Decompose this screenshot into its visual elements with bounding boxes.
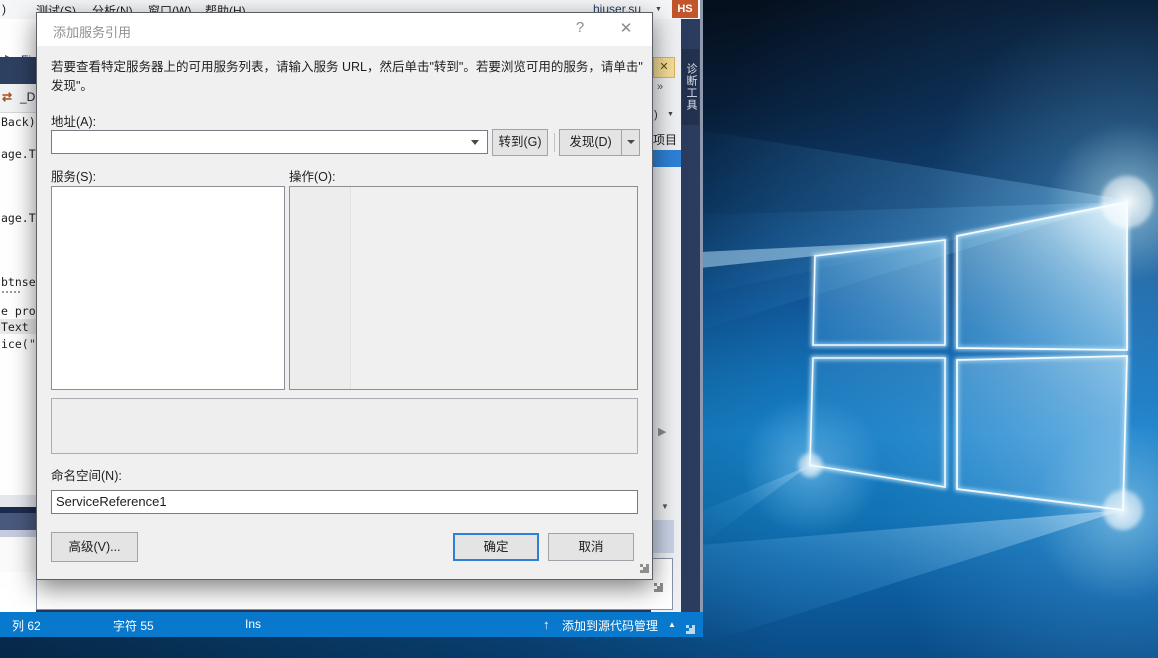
source-control-up-icon[interactable]: ↑ [543,617,550,632]
cancel-button[interactable]: 取消 [548,533,634,561]
statusbar-resize-grip[interactable] [686,625,689,628]
collapsed-panel-fragment [0,513,36,530]
combo-dropdown-icon[interactable] [471,140,479,145]
code-line: age.T [1,147,36,161]
dialog-resize-grip[interactable] [640,564,643,567]
expander-icon[interactable]: ▶ [658,425,666,438]
code-editor-sliver: ▶ Fir ⇄ _D Back) age.T age.T btnse e pro… [0,19,36,612]
menu-fragment: ) [2,2,6,16]
namespace-input[interactable]: ServiceReference1 [51,490,638,514]
panel-edge-light [0,530,36,537]
dialog-title: 添加服务引用 [53,22,131,41]
address-combobox[interactable] [51,130,488,154]
tool-window-sliver: ✕ » ) ▼ 项目 ▶ 器 ✕ ▼ ▲ ▼ [651,19,681,612]
tab-diagnostic-tools[interactable]: 诊断工具 [682,49,699,125]
selected-item-bar[interactable] [651,150,681,167]
code-line: Back) [1,115,36,129]
services-listbox[interactable] [51,186,285,390]
close-icon[interactable]: ✕ [613,19,639,37]
code-line: ice( [1,337,29,351]
close-icon[interactable]: ✕ [653,57,675,78]
project-label-fragment[interactable]: 项目 [653,131,677,148]
services-label: 服务(S): [51,166,96,185]
ok-button[interactable]: 确定 [453,533,539,561]
account-dropdown-icon[interactable]: ▼ [655,6,662,13]
instruction-line1: 若要查看特定服务器上的可用服务列表，请输入服务 URL，然后单击"转到"。若要浏… [51,60,643,74]
horizontal-scrollbar[interactable] [0,495,36,507]
paren-fragment: ) [654,109,658,121]
source-control-button[interactable]: 添加到源代码管理 [562,617,658,634]
tool-window-fragment [0,537,36,572]
dialog-titlebar[interactable]: 添加服务引用 ? ✕ [37,13,652,46]
status-bar: 列 62 字符 55 Ins ↑ 添加到源代码管理 ▲ [0,612,703,637]
status-insert-mode[interactable]: Ins [245,617,261,631]
dropdown-icon[interactable]: ▼ [667,111,674,118]
scrollbar-thumb[interactable] [653,520,674,553]
dialog-instruction: 若要查看特定服务器上的可用服务列表，请输入服务 URL，然后单击"转到"。若要浏… [51,58,643,96]
separator [554,133,555,152]
discover-dropdown[interactable] [621,130,640,155]
discover-split-button[interactable]: 发现(D) [559,129,640,156]
operations-indent-column [290,187,351,389]
right-dock-strip: 诊断工具 [681,19,700,612]
operations-treeview[interactable] [289,186,638,390]
code-line: btnse [1,275,36,289]
nav-dropdown-fragment[interactable]: _D [20,90,35,104]
overflow-chevron-icon[interactable]: » [657,81,663,93]
help-icon[interactable]: ? [567,19,593,36]
advanced-button[interactable]: 高级(V)... [51,532,138,562]
lightbulb-dots [2,291,20,293]
string-quote: " [29,337,36,351]
code-line: e pro [1,304,36,318]
tab-strip-fragment [0,57,36,84]
instruction-line2: 发现"。 [51,79,93,93]
code-line: age.T [1,211,36,225]
status-character: 字符 55 [113,617,154,634]
account-avatar-badge[interactable]: HS [672,0,698,18]
editor-navigation-bar: ⇄ _D [0,84,36,113]
operations-label: 操作(O): [289,166,336,185]
discover-dropdown-icon [627,140,635,144]
class-icon: ⇄ [2,90,12,104]
address-label: 地址(A): [51,111,96,130]
status-message-area [51,398,638,454]
code-line: Text [1,320,29,334]
toolwindow-resize-grip[interactable] [654,583,657,586]
dropdown-icon[interactable]: ▼ [661,502,669,511]
status-column: 列 62 [12,617,41,634]
goto-button[interactable]: 转到(G) [492,129,548,156]
namespace-label: 命名空间(N): [51,465,122,484]
add-service-reference-dialog: 添加服务引用 ? ✕ 若要查看特定服务器上的可用服务列表，请输入服务 URL，然… [36,12,653,580]
source-control-caret-icon[interactable]: ▲ [668,620,676,629]
windows-logo-art [700,0,1158,658]
discover-button[interactable]: 发现(D) [560,130,621,155]
